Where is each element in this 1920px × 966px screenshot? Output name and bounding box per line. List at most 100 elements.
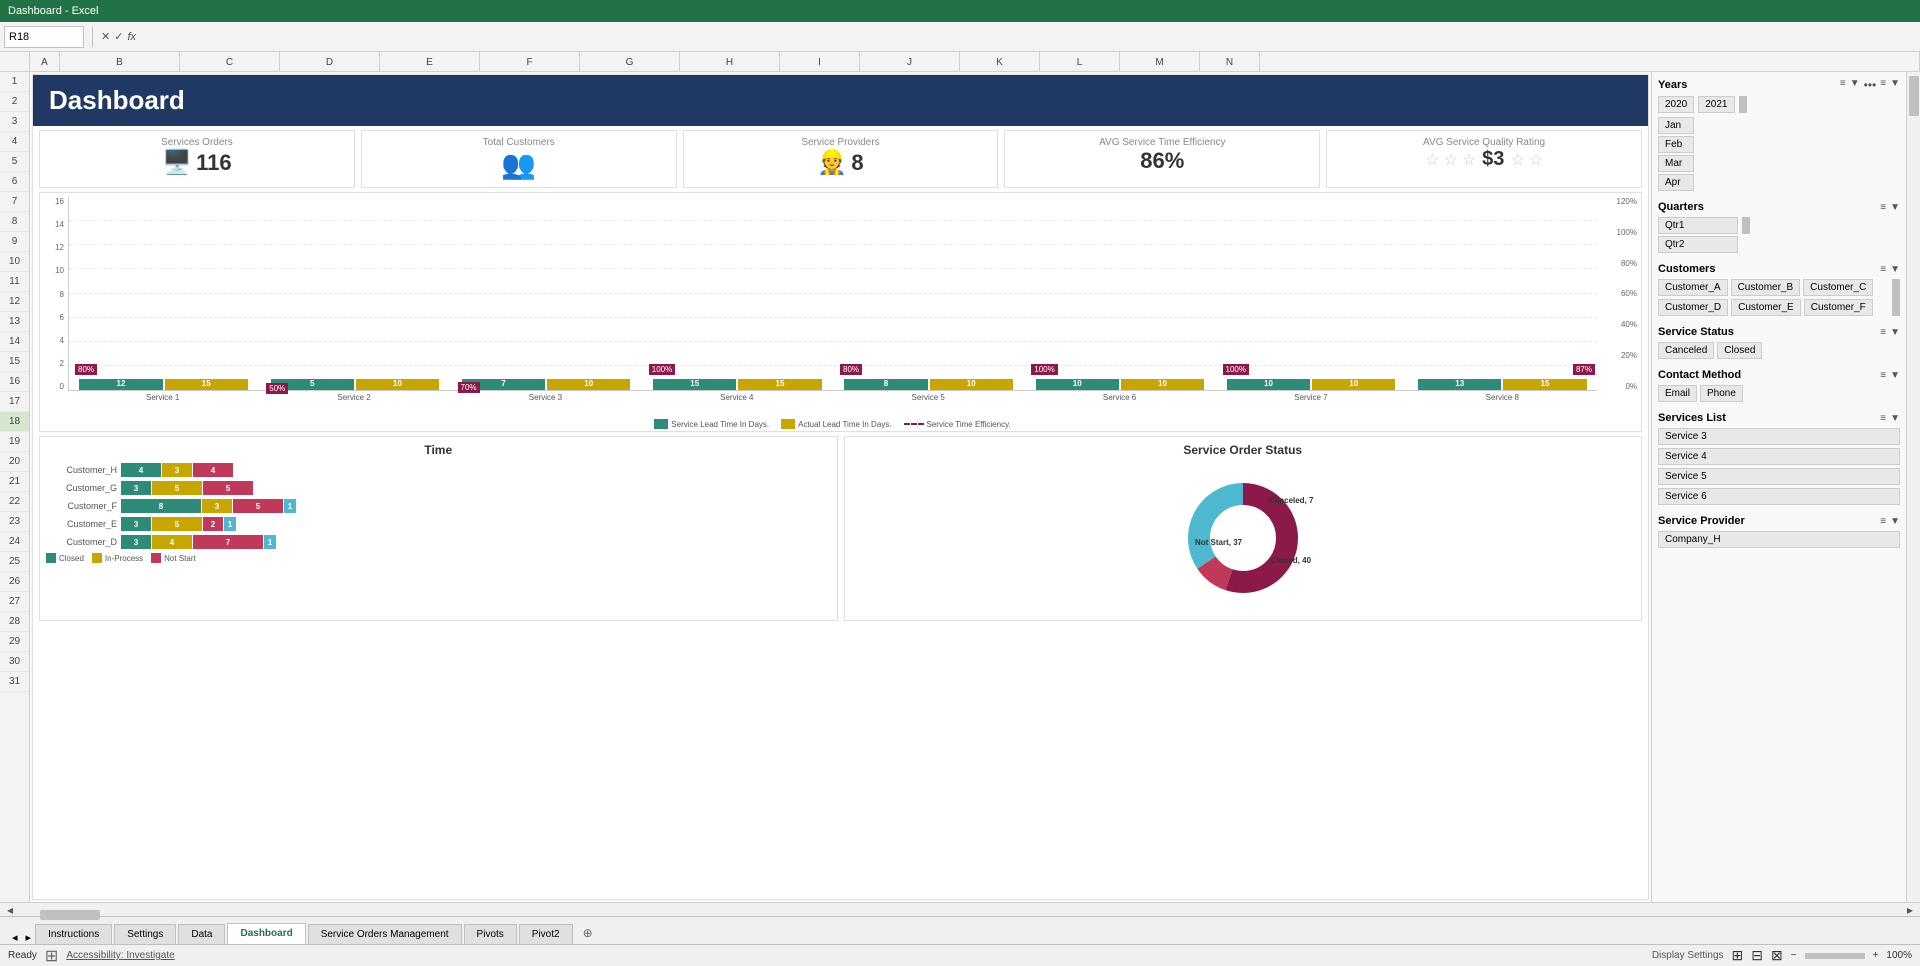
filter-year-2021[interactable]: 2021 <box>1698 96 1734 113</box>
filter-service-3[interactable]: Service 3 <box>1658 428 1900 445</box>
tab-service-orders-management[interactable]: Service Orders Management <box>308 924 462 944</box>
tab-instructions[interactable]: Instructions <box>35 924 112 944</box>
filter-service-6[interactable]: Service 6 <box>1658 488 1900 505</box>
year-scrollbar[interactable] <box>1739 96 1747 113</box>
view-page-break-icon[interactable]: ⊠ <box>1771 947 1783 964</box>
customers-scrollbar[interactable] <box>1892 279 1900 316</box>
filter-customers-sort-icon[interactable]: ≡ <box>1880 264 1886 275</box>
col-header-i[interactable]: I <box>780 52 860 72</box>
kpi-service-providers: Service Providers 👷 8 <box>683 130 999 188</box>
filter-quarters-sort-icon[interactable]: ≡ <box>1880 202 1886 213</box>
col-header-f[interactable]: F <box>480 52 580 72</box>
filter-contact-method-sort-icon[interactable]: ≡ <box>1880 370 1886 381</box>
col-header-a[interactable]: A <box>30 52 60 72</box>
filter-contact-method-header: Contact Method ≡ ▼ <box>1658 369 1900 381</box>
filter-service-status-sort-icon[interactable]: ≡ <box>1880 327 1886 338</box>
filter-month-apr[interactable]: Apr <box>1658 174 1694 191</box>
filter-qtr1[interactable]: Qtr1 <box>1658 217 1738 234</box>
filter-service-provider-sort-icon[interactable]: ≡ <box>1880 516 1886 527</box>
col-header-d[interactable]: D <box>280 52 380 72</box>
filter-quarters-header: Quarters ≡ ▼ <box>1658 201 1900 213</box>
scrollbar-thumb[interactable] <box>1909 76 1919 116</box>
filter-service-5[interactable]: Service 5 <box>1658 468 1900 485</box>
tab-scroll-left[interactable]: ◂ <box>8 931 22 944</box>
bar-group-service8: 87% 13 15 <box>1408 379 1597 390</box>
filter-year-2020[interactable]: 2020 <box>1658 96 1694 113</box>
filter-years-filter-icon[interactable]: ▼ <box>1850 78 1860 92</box>
filter-years-more-icon[interactable]: ••• <box>1864 78 1877 92</box>
zoom-in-icon[interactable]: + <box>1873 950 1879 961</box>
confirm-icon[interactable]: ✓ <box>114 30 123 43</box>
filter-years-header: Years ≡ ▼ ••• ≡ ▼ <box>1658 78 1900 92</box>
tab-dashboard[interactable]: Dashboard <box>227 923 305 944</box>
filter-month-jan[interactable]: Jan <box>1658 117 1694 134</box>
time-row-f: Customer_F 8 3 5 1 <box>46 499 831 513</box>
filter-customers-icons: ≡ ▼ <box>1880 264 1900 275</box>
time-label-h: Customer_H <box>46 465 121 475</box>
quarters-scrollbar[interactable] <box>1742 217 1750 234</box>
filter-customers-filter-icon[interactable]: ▼ <box>1890 264 1900 275</box>
tab-pivot2[interactable]: Pivot2 <box>519 924 573 944</box>
col-header-k[interactable]: K <box>960 52 1040 72</box>
col-header-m[interactable]: M <box>1120 52 1200 72</box>
vertical-scrollbar[interactable] <box>1906 72 1920 902</box>
filter-customer-a[interactable]: Customer_A <box>1658 279 1728 296</box>
col-header-b[interactable]: B <box>60 52 180 72</box>
add-sheet-button[interactable]: ⊕ <box>575 922 601 944</box>
col-header-c[interactable]: C <box>180 52 280 72</box>
filter-years-sort-icon[interactable]: ≡ <box>1840 78 1846 92</box>
hscroll-thumb[interactable] <box>40 910 100 920</box>
tab-scroll-right[interactable]: ▸ <box>22 931 36 944</box>
tab-settings[interactable]: Settings <box>114 924 176 944</box>
filter-customer-e[interactable]: Customer_E <box>1731 299 1801 316</box>
filter-customer-d[interactable]: Customer_D <box>1658 299 1728 316</box>
time-bars-f: 8 3 5 1 <box>121 499 296 513</box>
cell-reference-box[interactable] <box>4 26 84 48</box>
main-area: 1 2 3 4 5 6 7 8 9 10 11 12 13 14 15 16 1… <box>0 72 1920 902</box>
formula-bar: ✕ ✓ fx <box>0 22 1920 52</box>
col-header-g[interactable]: G <box>580 52 680 72</box>
bar-group-service6: 100% 10 10 <box>1025 379 1214 390</box>
filter-services-list-sort-icon[interactable]: ≡ <box>1880 413 1886 424</box>
filter-service-4[interactable]: Service 4 <box>1658 448 1900 465</box>
filter-month-mar[interactable]: Mar <box>1658 155 1694 172</box>
filter-status-canceled[interactable]: Canceled <box>1658 342 1714 359</box>
zoom-out-icon[interactable]: − <box>1791 950 1797 961</box>
filter-years-list-icon[interactable]: ≡ <box>1880 78 1886 92</box>
accessibility-text[interactable]: Accessibility: Investigate <box>66 950 174 961</box>
tab-data[interactable]: Data <box>178 924 225 944</box>
row-27: 27 <box>0 592 29 612</box>
hscroll-left-arrow[interactable]: ◂ <box>0 903 20 917</box>
filter-provider-company-h[interactable]: Company_H <box>1658 531 1900 548</box>
filter-contact-method-filter-icon[interactable]: ▼ <box>1890 370 1900 381</box>
filter-customer-f[interactable]: Customer_F <box>1804 299 1873 316</box>
col-header-h[interactable]: H <box>680 52 780 72</box>
cancel-icon[interactable]: ✕ <box>101 30 110 43</box>
col-header-e[interactable]: E <box>380 52 480 72</box>
column-headers: A B C D E F G H I J K L M N <box>0 52 1920 72</box>
filter-contact-email[interactable]: Email <box>1658 385 1697 402</box>
filter-customer-c[interactable]: Customer_C <box>1803 279 1873 296</box>
view-layout-icon[interactable]: ⊟ <box>1751 947 1763 964</box>
filter-services-list-filter-icon[interactable]: ▼ <box>1890 413 1900 424</box>
filter-service-status-filter-icon[interactable]: ▼ <box>1890 327 1900 338</box>
filter-customer-b[interactable]: Customer_B <box>1731 279 1801 296</box>
view-normal-icon[interactable]: ⊞ <box>1732 947 1744 964</box>
function-icon[interactable]: fx <box>127 31 136 43</box>
col-header-j[interactable]: J <box>860 52 960 72</box>
col-header-n[interactable]: N <box>1200 52 1260 72</box>
formula-input[interactable] <box>140 31 1916 43</box>
filter-month-feb[interactable]: Feb <box>1658 136 1694 153</box>
display-settings-text[interactable]: Display Settings <box>1652 950 1724 961</box>
col-header-l[interactable]: L <box>1040 52 1120 72</box>
hscroll-right-arrow[interactable]: ▸ <box>1900 903 1920 917</box>
filter-contact-phone[interactable]: Phone <box>1700 385 1743 402</box>
zoom-slider[interactable] <box>1805 953 1865 959</box>
filter-status-closed[interactable]: Closed <box>1717 342 1762 359</box>
filter-service-provider-filter-icon[interactable]: ▼ <box>1890 516 1900 527</box>
filter-service-provider-icons: ≡ ▼ <box>1880 516 1900 527</box>
filter-qtr2[interactable]: Qtr2 <box>1658 236 1738 253</box>
filter-years-clear-icon[interactable]: ▼ <box>1890 78 1900 92</box>
tab-pivots[interactable]: Pivots <box>464 924 517 944</box>
filter-quarters-filter-icon[interactable]: ▼ <box>1890 202 1900 213</box>
